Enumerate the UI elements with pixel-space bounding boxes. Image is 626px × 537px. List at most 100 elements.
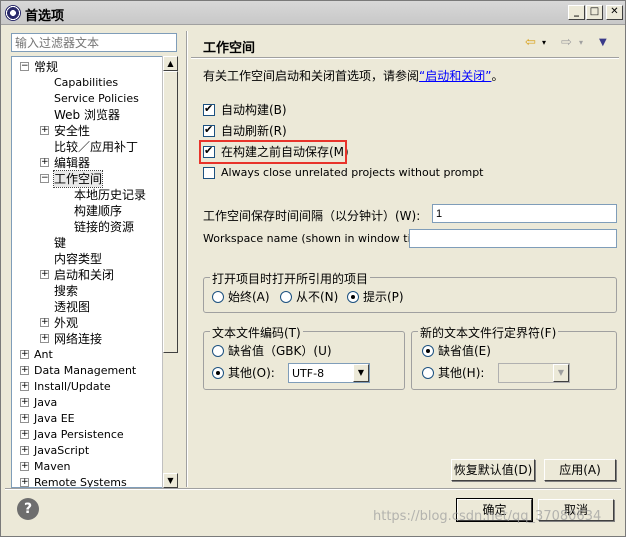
radio-dot[interactable]	[280, 291, 292, 303]
checkbox-box[interactable]	[203, 167, 215, 179]
tree-item[interactable]: 本地历史记录	[12, 187, 162, 203]
radio-dot[interactable]	[212, 345, 224, 357]
checkbox-box[interactable]	[203, 123, 215, 137]
footer-separator	[5, 488, 621, 490]
scroll-thumb[interactable]	[163, 71, 178, 353]
back-icon[interactable]: ⇦	[525, 35, 536, 51]
help-icon[interactable]: ?	[17, 498, 39, 520]
checkbox-label: Always close unrelated projects without …	[221, 166, 484, 179]
tree-item[interactable]: + JavaScript	[12, 443, 162, 459]
tree-item[interactable]: + 安全性	[12, 123, 162, 139]
expand-icon[interactable]: +	[40, 270, 49, 279]
tree-item[interactable]: 比较／应用补丁	[12, 139, 162, 155]
tree-item[interactable]: + 编辑器	[12, 155, 162, 171]
expand-icon[interactable]: +	[20, 462, 29, 471]
tree-item-label: 编辑器	[54, 156, 91, 170]
workspace-name-input[interactable]	[409, 229, 617, 248]
tree-item[interactable]: 内容类型	[12, 251, 162, 267]
startup-shutdown-link[interactable]: “启动和关闭”	[419, 69, 491, 83]
radio-dot[interactable]	[422, 345, 434, 357]
checkbox-box[interactable]	[203, 102, 215, 116]
close-button[interactable]: ✕	[606, 5, 623, 20]
preferences-tree[interactable]: − 常规 Capabilities Service Policies Web 浏览器 + 安…	[11, 56, 177, 488]
highlight-box	[199, 140, 347, 164]
split-divider[interactable]	[186, 31, 188, 487]
expand-icon[interactable]: +	[20, 478, 29, 487]
expand-icon[interactable]: +	[40, 334, 49, 343]
expand-icon[interactable]: +	[20, 398, 29, 407]
tree-item[interactable]: − 工作空间	[12, 170, 162, 188]
expand-icon[interactable]: +	[40, 318, 49, 327]
radio-dot[interactable]	[422, 367, 434, 379]
maximize-button[interactable]: □	[586, 5, 603, 20]
tree-item[interactable]: 搜索	[12, 283, 162, 299]
chevron-down-icon[interactable]: ▼	[553, 364, 569, 382]
tree-scrollbar[interactable]: ▲ ▼	[162, 56, 178, 488]
apply-button[interactable]: 应用(A)	[544, 459, 616, 481]
save-interval-input[interactable]	[432, 204, 617, 223]
tree-item-label: JavaScript	[34, 444, 90, 457]
expand-icon[interactable]: +	[20, 366, 29, 375]
tree-item[interactable]: + 启动和关闭	[12, 267, 162, 283]
forward-icon[interactable]: ⇨	[561, 35, 572, 51]
expand-icon[interactable]: +	[20, 430, 29, 439]
restore-defaults-button[interactable]: 恢复默认值(D)	[451, 459, 535, 481]
tree-item-label: Capabilities	[54, 76, 119, 89]
expand-icon[interactable]: +	[20, 382, 29, 391]
title-bar[interactable]: 首选项 _ □ ✕	[1, 1, 625, 25]
group-legend: 打开项目时打开所引用的项目	[210, 270, 371, 287]
scroll-down-icon[interactable]: ▼	[163, 473, 178, 488]
tree-item[interactable]: + Maven	[12, 459, 162, 475]
forward-menu-icon[interactable]: ▾	[579, 35, 583, 51]
scroll-up-icon[interactable]: ▲	[163, 56, 178, 71]
tree-item-label: 透视图	[54, 300, 91, 314]
tree-item[interactable]: + 网络连接	[12, 331, 162, 347]
delimiter-select[interactable]: ▼	[498, 363, 570, 383]
tree-item[interactable]: + 外观	[12, 315, 162, 331]
back-menu-icon[interactable]: ▾	[542, 35, 546, 51]
radio-dot[interactable]	[347, 291, 359, 303]
tree-item[interactable]: + Remote Systems	[12, 475, 162, 487]
expand-icon[interactable]: +	[40, 158, 49, 167]
minimize-button[interactable]: _	[568, 5, 585, 20]
menu-icon[interactable]: ▼	[599, 35, 607, 51]
tree-item[interactable]: 构建顺序	[12, 203, 162, 219]
checkbox-label: 自动刷新(R)	[221, 124, 287, 138]
filter-input[interactable]	[11, 33, 177, 52]
tree-item[interactable]: Service Policies	[12, 91, 162, 107]
tree-item[interactable]: 透视图	[12, 299, 162, 315]
chevron-down-icon[interactable]: ▼	[353, 364, 369, 382]
tree-item[interactable]: + Data Management	[12, 363, 162, 379]
expand-icon[interactable]: +	[20, 350, 29, 359]
radio-dot[interactable]	[212, 291, 224, 303]
tree-item[interactable]: − 常规	[12, 59, 162, 75]
radio-label: 始终(A)	[228, 290, 270, 304]
tree-item[interactable]: + Install/Update	[12, 379, 162, 395]
tree-item[interactable]: 链接的资源	[12, 219, 162, 235]
app-icon	[5, 5, 21, 21]
tree-item-label: 安全性	[54, 124, 91, 138]
expand-icon[interactable]: +	[40, 126, 49, 135]
encoding-select[interactable]: UTF-8 ▼	[288, 363, 370, 383]
tree-item-label: Service Policies	[54, 92, 139, 105]
tree-item-label: 启动和关闭	[54, 268, 115, 282]
expand-icon[interactable]: +	[20, 446, 29, 455]
tree-item[interactable]: Web 浏览器	[12, 107, 162, 123]
tree-item[interactable]: 键	[12, 235, 162, 251]
tree-item[interactable]: + Java	[12, 395, 162, 411]
radio-label: 缺省值（GBK）(U)	[228, 344, 332, 358]
tree-item-label: 常规	[34, 60, 59, 74]
tree-item-label: Java EE	[34, 412, 75, 425]
text-encoding-group: 文本文件编码(T) 缺省值（GBK）(U) 其他(O): UTF-8 ▼	[203, 324, 405, 390]
radio-dot[interactable]	[212, 367, 224, 379]
tree-item[interactable]: + Java Persistence	[12, 427, 162, 443]
tree-item[interactable]: + Java EE	[12, 411, 162, 427]
title-separator	[191, 57, 619, 59]
tree-item[interactable]: Capabilities	[12, 75, 162, 91]
collapse-icon[interactable]: −	[20, 62, 29, 71]
tree-item[interactable]: + Ant	[12, 347, 162, 363]
expand-icon[interactable]: +	[20, 414, 29, 423]
collapse-icon[interactable]: −	[40, 174, 49, 183]
tree-item-label: Java	[34, 396, 58, 409]
tree-item-label: Maven	[34, 460, 71, 473]
